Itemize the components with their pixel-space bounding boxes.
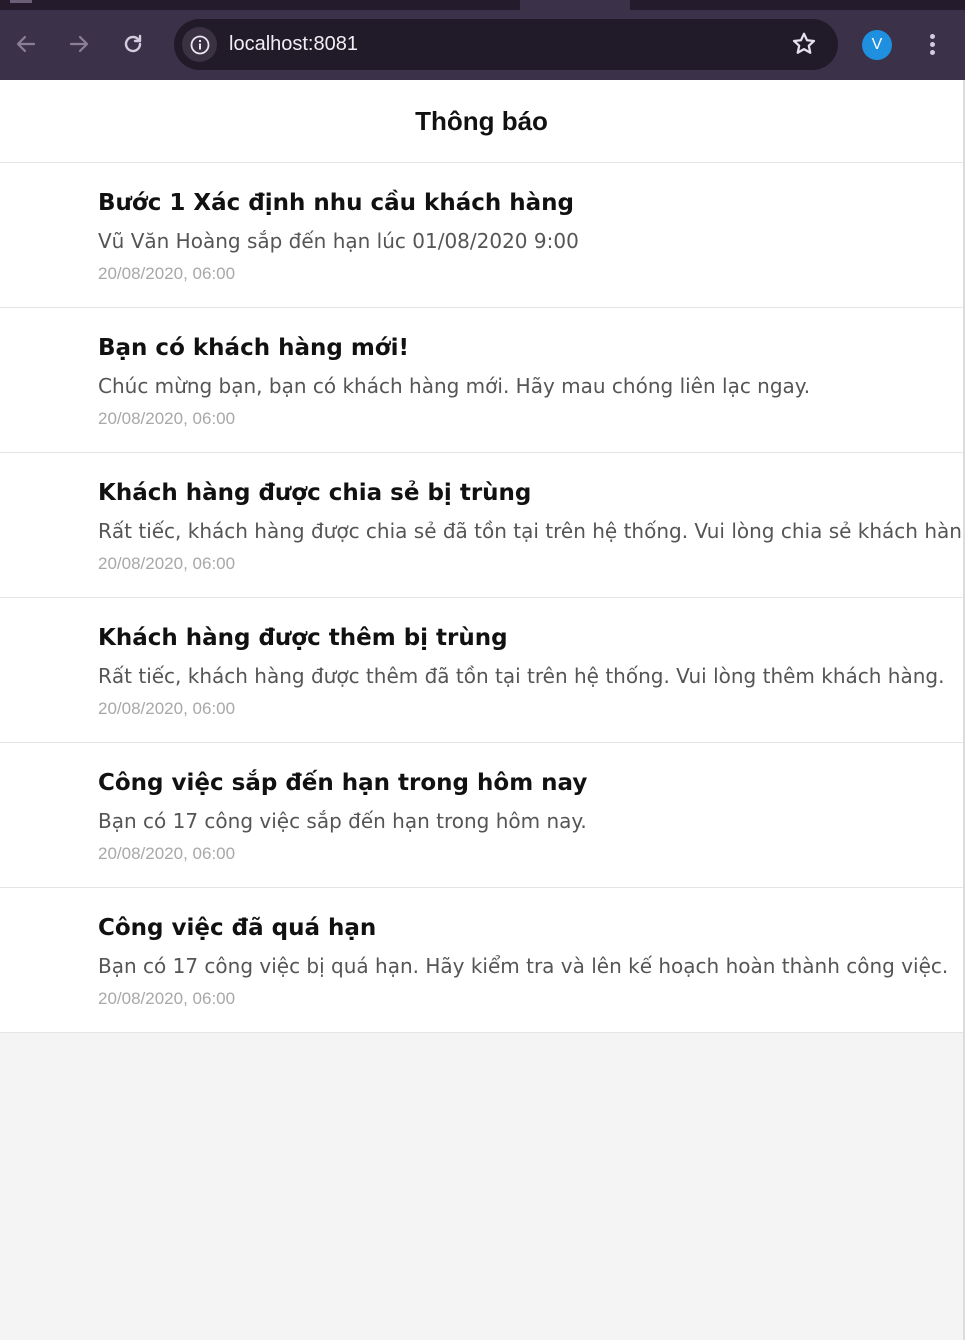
url-text[interactable]: localhost:8081: [229, 19, 358, 70]
notification-timestamp: 20/08/2020, 06:00: [98, 989, 236, 1008]
notification-title: Công việc đã quá hạn: [98, 915, 377, 941]
notification-message: Rất tiếc, khách hàng được thêm đã tồn tạ…: [98, 664, 945, 688]
page-header: Thông báo: [0, 80, 963, 163]
notification-item[interactable]: Bước 1 Xác định nhu cầu khách hàng Vũ Vă…: [0, 163, 963, 308]
kebab-menu-icon[interactable]: [920, 30, 944, 60]
tab-inactive-left[interactable]: [0, 0, 520, 10]
reload-icon: [124, 34, 142, 53]
notification-item[interactable]: Công việc đã quá hạn Bạn có 17 công việc…: [0, 888, 963, 1033]
notification-timestamp: 20/08/2020, 06:00: [98, 409, 236, 428]
notification-title: Bước 1 Xác định nhu cầu khách hàng: [98, 190, 574, 216]
notification-timestamp: 20/08/2020, 06:00: [98, 264, 236, 283]
forward-button[interactable]: [61, 26, 97, 62]
notification-item[interactable]: Khách hàng được chia sẻ bị trùng Rất tiế…: [0, 453, 965, 598]
info-icon: [190, 35, 209, 54]
site-info-button[interactable]: [182, 27, 217, 62]
page-title: Thông báo: [415, 105, 548, 136]
notification-timestamp: 20/08/2020, 06:00: [98, 844, 236, 863]
arrow-left-icon: [16, 35, 36, 53]
notification-title: Công việc sắp đến hạn trong hôm nay: [98, 770, 588, 796]
notification-message: Rất tiếc, khách hàng được chia sẻ đã tồn…: [98, 519, 965, 543]
notification-message: Bạn có 17 công việc bị quá hạn. Hãy kiểm…: [98, 954, 949, 978]
back-button[interactable]: [8, 26, 44, 62]
browser-toolbar: localhost:8081 V: [0, 0, 965, 80]
notification-title: Khách hàng được chia sẻ bị trùng: [98, 480, 532, 506]
notification-item[interactable]: Công việc sắp đến hạn trong hôm nay Bạn …: [0, 743, 963, 888]
star-icon[interactable]: [790, 30, 818, 58]
notification-message: Bạn có 17 công việc sắp đến hạn trong hô…: [98, 809, 587, 833]
address-bar[interactable]: localhost:8081: [174, 19, 838, 70]
tab-inactive-right[interactable]: [630, 0, 965, 10]
notification-message: Chúc mừng bạn, bạn có khách hàng mới. Hã…: [98, 374, 811, 398]
reload-button[interactable]: [115, 26, 151, 62]
notification-timestamp: 20/08/2020, 06:00: [98, 554, 236, 573]
notification-timestamp: 20/08/2020, 06:00: [98, 699, 236, 718]
notification-item[interactable]: Khách hàng được thêm bị trùng Rất tiếc, …: [0, 598, 963, 743]
notification-item[interactable]: Bạn có khách hàng mới! Chúc mừng bạn, bạ…: [0, 308, 963, 453]
tab-active[interactable]: [520, 0, 630, 10]
tab-favicon: [10, 0, 32, 3]
notifications-page: Thông báo Bước 1 Xác định nhu cầu khách …: [0, 80, 965, 1033]
profile-avatar[interactable]: V: [862, 30, 892, 60]
tab-strip: [0, 0, 965, 10]
notification-message: Vũ Văn Hoàng sắp đến hạn lúc 01/08/2020 …: [98, 229, 579, 253]
notification-title: Khách hàng được thêm bị trùng: [98, 625, 508, 651]
notification-title: Bạn có khách hàng mới!: [98, 335, 409, 361]
arrow-right-icon: [69, 35, 89, 53]
